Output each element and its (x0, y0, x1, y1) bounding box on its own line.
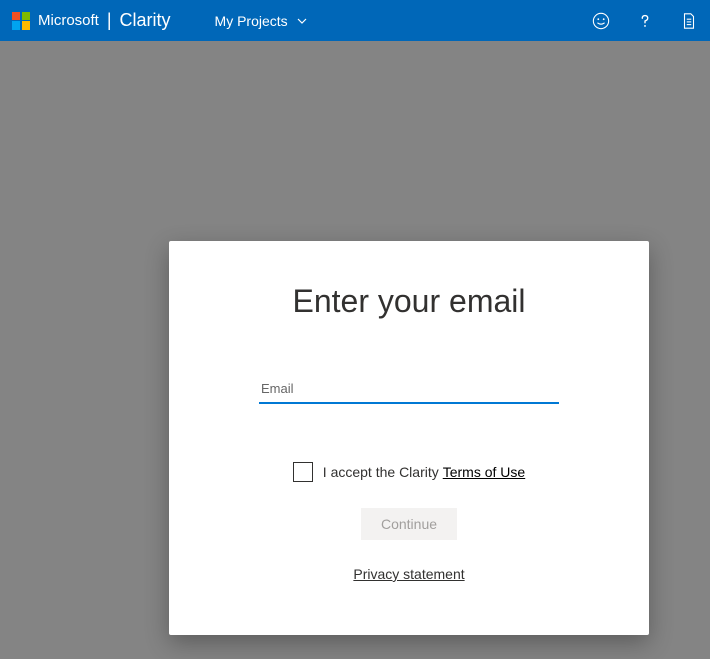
app-header: Microsoft | Clarity My Projects (0, 0, 710, 41)
chevron-down-icon (296, 15, 308, 27)
continue-button[interactable]: Continue (361, 508, 457, 540)
privacy-statement-link[interactable]: Privacy statement (353, 566, 464, 582)
brand-text: Microsoft (38, 12, 99, 29)
modal-title: Enter your email (293, 283, 526, 320)
document-icon (680, 12, 698, 30)
my-projects-dropdown[interactable]: My Projects (215, 13, 308, 29)
help-button[interactable] (636, 12, 654, 30)
consent-row: I accept the Clarity Terms of Use (293, 462, 525, 482)
nav-projects-label: My Projects (215, 13, 288, 29)
terms-of-use-link[interactable]: Terms of Use (443, 464, 525, 480)
product-name: Clarity (120, 10, 171, 31)
smiley-icon (592, 12, 610, 30)
email-signup-modal: Enter your email I accept the Clarity Te… (169, 241, 649, 635)
header-actions (592, 12, 698, 30)
document-button[interactable] (680, 12, 698, 30)
email-input[interactable] (259, 374, 559, 404)
consent-text: I accept the Clarity (323, 464, 439, 480)
terms-checkbox[interactable] (293, 462, 313, 482)
header-divider: | (107, 10, 112, 31)
feedback-button[interactable] (592, 12, 610, 30)
question-icon (636, 12, 654, 30)
microsoft-logo-icon (12, 12, 30, 30)
